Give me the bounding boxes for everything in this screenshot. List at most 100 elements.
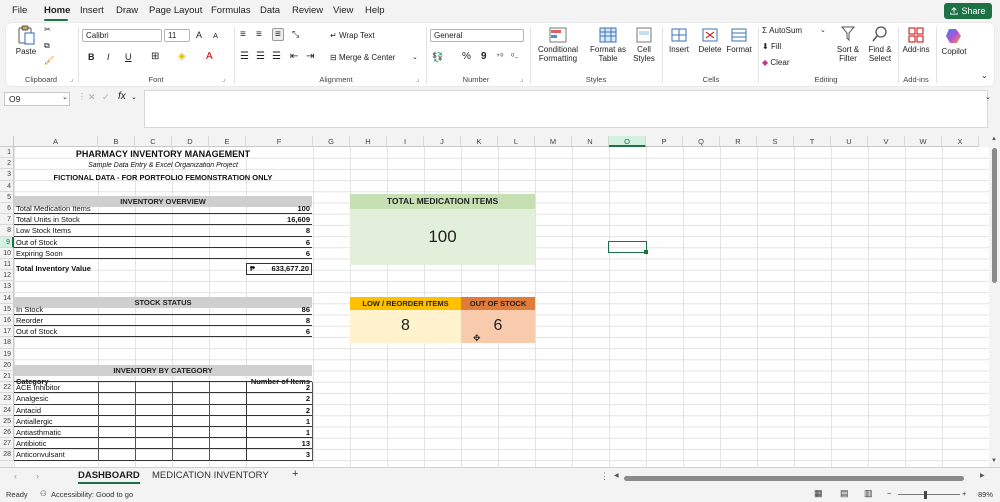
row-header-18[interactable]: 18 — [0, 337, 14, 349]
horizontal-scrollbar[interactable]: ◀ ▶ — [612, 468, 990, 488]
row-header-8[interactable]: 8 — [0, 225, 14, 237]
format-painter-icon[interactable]: 🖌 — [44, 56, 54, 65]
chevron-down-icon[interactable]: ⌄ — [820, 26, 826, 34]
column-header-g[interactable]: G — [313, 136, 350, 147]
prev-sheet-icon[interactable]: ‹ — [14, 471, 17, 481]
more-icon[interactable]: ⋮ — [600, 471, 609, 482]
menu-draw[interactable]: Draw — [116, 5, 138, 16]
menu-help[interactable]: Help — [365, 5, 385, 16]
column-header-d[interactable]: D — [172, 136, 209, 147]
menu-review[interactable]: Review — [292, 5, 323, 16]
add-sheet-button[interactable]: + — [292, 468, 298, 480]
chevron-down-icon[interactable]: ⌄ — [131, 93, 137, 101]
column-header-x[interactable]: X — [942, 136, 979, 147]
row-header-12[interactable]: 12 — [0, 270, 14, 282]
column-header-k[interactable]: K — [461, 136, 498, 147]
column-header-s[interactable]: S — [757, 136, 794, 147]
expand-formula-bar-icon[interactable]: ⌄ — [985, 93, 991, 101]
row-header-15[interactable]: 15 — [0, 303, 14, 315]
orientation-icon[interactable]: ⤡ — [292, 29, 299, 40]
column-header-t[interactable]: T — [794, 136, 831, 147]
chevron-down-icon[interactable]: ⌄ — [62, 93, 68, 101]
selected-cell[interactable] — [608, 241, 647, 253]
row-header-19[interactable]: 19 — [0, 348, 14, 360]
row-header-23[interactable]: 23 — [0, 393, 14, 405]
decrease-decimal-icon[interactable]: ⁰₋ — [511, 52, 518, 61]
row-header-20[interactable]: 20 — [0, 359, 14, 371]
row-header-13[interactable]: 13 — [0, 281, 14, 293]
row-header-6[interactable]: 6 — [0, 203, 14, 215]
zoom-level[interactable]: 89% — [978, 490, 993, 499]
name-box[interactable]: O9 — [4, 92, 70, 106]
font-color-icon[interactable]: A — [206, 51, 213, 62]
row-header-9[interactable]: 9 — [0, 236, 14, 248]
row-header-11[interactable]: 11 — [0, 259, 14, 271]
page-break-view-icon[interactable]: ▥ — [864, 488, 873, 499]
row-header-10[interactable]: 10 — [0, 247, 14, 259]
increase-decimal-icon[interactable]: ⁺⁰ — [496, 52, 503, 61]
row-header-28[interactable]: 28 — [0, 449, 14, 461]
copy-icon[interactable]: ⧉ — [44, 41, 50, 51]
alignment-launcher-icon[interactable]: ⌟ — [416, 75, 419, 83]
align-bottom-icon[interactable]: ≡ — [272, 28, 284, 41]
column-header-u[interactable]: U — [831, 136, 868, 147]
merge-center-button[interactable]: ⊟ Merge & Center — [330, 53, 395, 62]
menu-file[interactable]: File — [12, 5, 27, 16]
scroll-down-icon[interactable]: ▼ — [991, 458, 997, 464]
tab-medication-inventory[interactable]: MEDICATION INVENTORY — [152, 470, 269, 481]
collapse-ribbon-icon[interactable]: ⌄ — [981, 71, 988, 80]
accessibility-status[interactable]: Accessibility: Good to go — [51, 490, 133, 499]
insert-function-button[interactable]: fx — [118, 91, 126, 102]
column-header-p[interactable]: P — [646, 136, 683, 147]
zoom-out-icon[interactable]: − — [887, 489, 891, 498]
column-header-j[interactable]: J — [424, 136, 461, 147]
align-center-icon[interactable]: ☰ — [256, 51, 265, 62]
row-header-17[interactable]: 17 — [0, 326, 14, 338]
row-header-5[interactable]: 5 — [0, 191, 14, 203]
comma-button[interactable]: 9 — [481, 51, 487, 62]
column-header-a[interactable]: A — [14, 136, 98, 147]
menu-view[interactable]: View — [333, 5, 353, 16]
borders-icon[interactable]: ⊞ — [151, 51, 159, 62]
scroll-up-icon[interactable]: ▲ — [991, 136, 997, 142]
cut-icon[interactable]: ✂ — [44, 25, 51, 34]
menu-formulas[interactable]: Formulas — [211, 5, 251, 16]
format-cells-button[interactable]: Format — [724, 27, 754, 54]
align-top-icon[interactable]: ≡ — [240, 29, 246, 40]
sort-filter-button[interactable]: Sort & Filter — [832, 25, 864, 63]
enter-icon[interactable]: ✓ — [102, 92, 110, 103]
column-header-i[interactable]: I — [387, 136, 424, 147]
next-sheet-icon[interactable]: › — [36, 471, 39, 481]
column-header-o[interactable]: O — [609, 136, 646, 147]
increase-indent-icon[interactable]: ⇥ — [306, 51, 314, 62]
vertical-scrollbar[interactable]: ▲ ▼ — [989, 136, 1000, 467]
row-header-16[interactable]: 16 — [0, 315, 14, 327]
column-header-q[interactable]: Q — [683, 136, 720, 147]
menu-page-layout[interactable]: Page Layout — [149, 5, 202, 16]
insert-cells-button[interactable]: Insert — [666, 27, 692, 54]
row-header-27[interactable]: 27 — [0, 438, 14, 450]
shrink-font-button[interactable]: A — [213, 31, 218, 40]
autosum-button[interactable]: Σ AutoSum — [762, 26, 802, 35]
italic-button[interactable]: I — [107, 52, 110, 62]
row-header-22[interactable]: 22 — [0, 382, 14, 394]
row-header-26[interactable]: 26 — [0, 427, 14, 439]
format-as-table-button[interactable]: Format as Table — [586, 27, 630, 63]
fill-color-icon[interactable]: ◈ — [178, 51, 186, 62]
row-header-4[interactable]: 4 — [0, 180, 14, 192]
underline-button[interactable]: U — [125, 52, 132, 62]
fill-button[interactable]: ⬇ Fill — [762, 42, 781, 51]
zoom-slider-thumb[interactable] — [924, 491, 927, 499]
column-header-e[interactable]: E — [209, 136, 246, 147]
bold-button[interactable]: B — [88, 52, 95, 62]
clipboard-launcher-icon[interactable]: ⌟ — [70, 75, 73, 83]
menu-data[interactable]: Data — [260, 5, 280, 16]
fill-handle[interactable] — [644, 250, 648, 254]
tab-dashboard[interactable]: DASHBOARD — [78, 470, 140, 484]
align-left-icon[interactable]: ☰ — [240, 51, 249, 62]
accounting-format-icon[interactable]: 💱 — [432, 52, 443, 63]
column-header-h[interactable]: H — [350, 136, 387, 147]
column-header-r[interactable]: R — [720, 136, 757, 147]
formula-input[interactable] — [144, 90, 988, 128]
vertical-scroll-thumb[interactable] — [992, 148, 997, 283]
